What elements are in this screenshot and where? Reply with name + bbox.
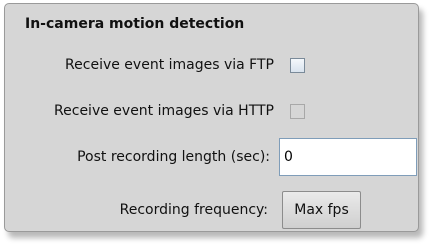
ftp-checkbox[interactable] — [290, 58, 305, 73]
motion-detection-panel: In-camera motion detection Receive event… — [4, 3, 419, 232]
ftp-label: Receive event images via FTP — [65, 57, 274, 73]
http-label: Receive event images via HTTP — [54, 103, 274, 119]
recording-frequency-label: Recording frequency: — [119, 202, 268, 218]
section-title: In-camera motion detection — [25, 16, 245, 32]
http-checkbox — [290, 104, 305, 119]
post-recording-input[interactable] — [279, 138, 417, 176]
post-recording-label: Post recording length (sec): — [77, 149, 270, 165]
recording-frequency-button[interactable]: Max fps — [282, 191, 361, 229]
